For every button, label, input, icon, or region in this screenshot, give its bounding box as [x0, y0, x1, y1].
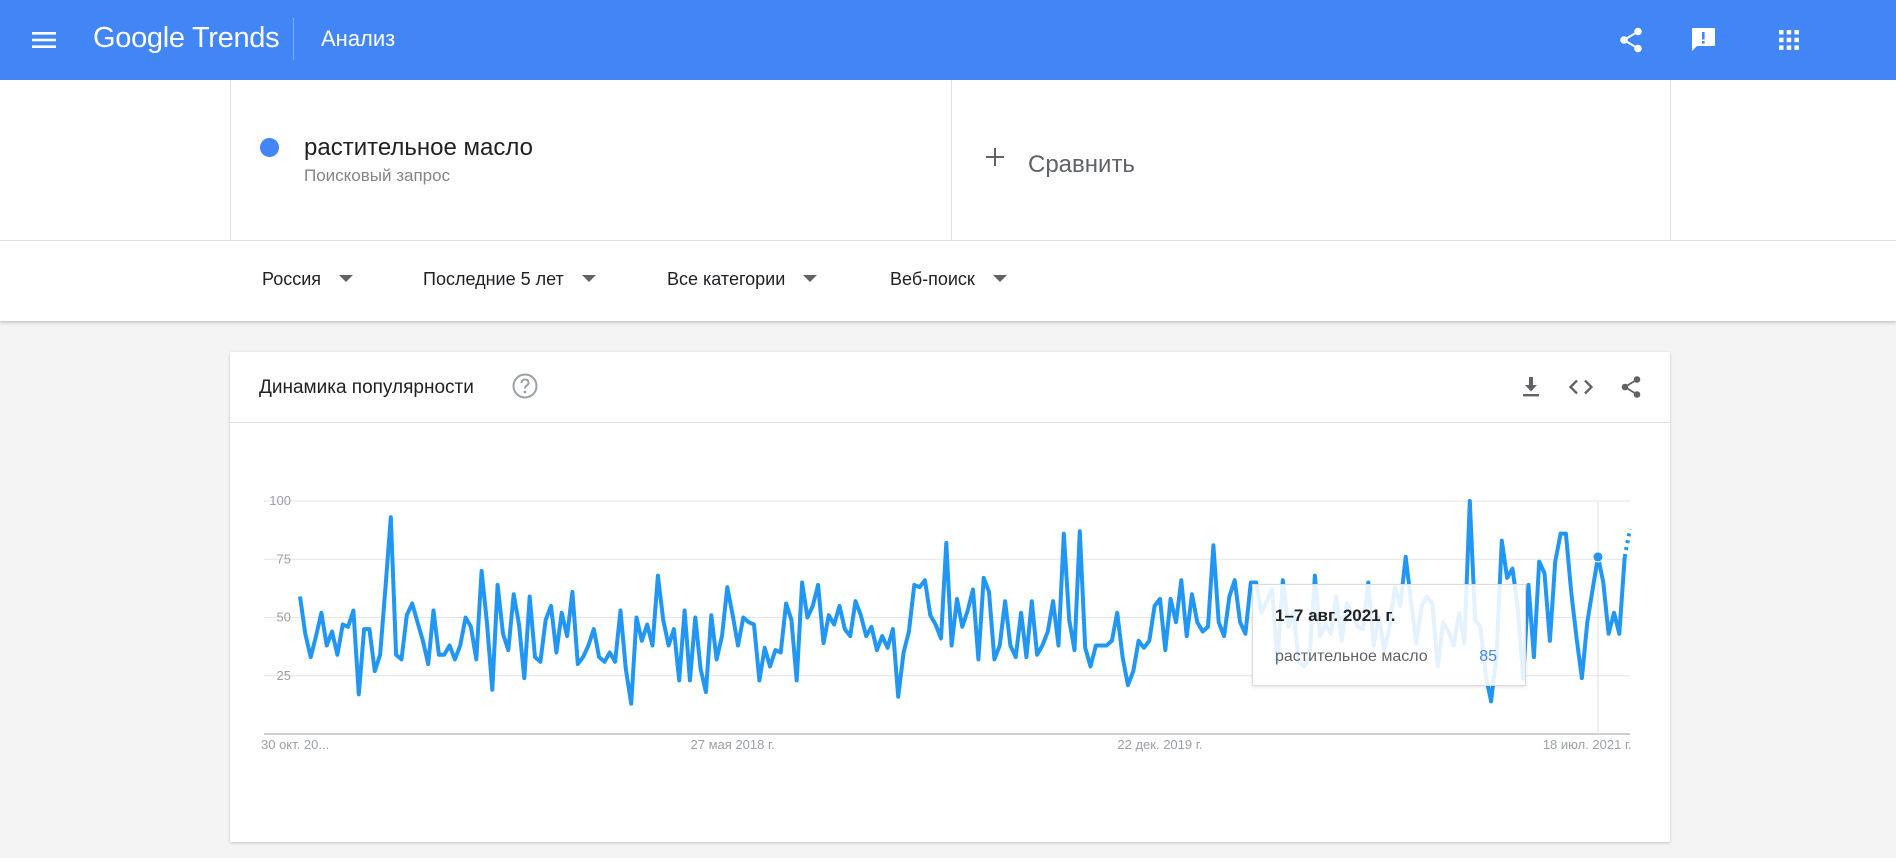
top-bar: Google Trends Анализ	[0, 0, 1896, 80]
chart-tooltip: 1–7 авг. 2021 г. растительное масло 85	[1252, 584, 1526, 686]
term-color-dot	[260, 138, 279, 157]
dropdown-arrow-icon	[992, 274, 1007, 282]
period-filter-label: Последние 5 лет	[423, 269, 564, 289]
logo-trends: Trends	[191, 22, 280, 54]
filters-row: Россия Последние 5 лет Все категории Веб…	[0, 240, 1896, 321]
header-divider	[293, 18, 294, 60]
region-filter[interactable]: Россия	[262, 269, 354, 290]
help-icon[interactable]	[511, 372, 539, 400]
download-icon[interactable]	[1518, 374, 1544, 400]
logo-google: Google	[93, 22, 185, 54]
search-term-card[interactable]: растительное масло Поисковый запрос	[230, 80, 952, 240]
card-title: Динамика популярности	[259, 377, 474, 398]
period-filter[interactable]: Последние 5 лет	[423, 269, 596, 290]
share-icon[interactable]	[1616, 25, 1646, 55]
share-icon[interactable]	[1618, 374, 1644, 400]
region-filter-label: Россия	[262, 269, 322, 289]
category-filter-label: Все категории	[667, 269, 786, 289]
compare-button[interactable]: Сравнить	[950, 80, 1671, 240]
tooltip-date: 1–7 авг. 2021 г.	[1275, 606, 1396, 625]
menu-icon[interactable]	[30, 27, 58, 53]
compare-label: Сравнить	[1028, 151, 1135, 178]
card-header: Динамика популярности	[230, 352, 1670, 423]
feedback-icon[interactable]	[1688, 25, 1718, 55]
search-term-label: растительное масло	[304, 134, 533, 161]
category-filter[interactable]: Все категории	[667, 269, 818, 290]
search-type-filter-label: Веб-поиск	[890, 269, 975, 289]
search-term-type: Поисковый запрос	[304, 166, 451, 185]
terms-row: растительное масло Поисковый запрос Срав…	[0, 80, 1896, 240]
plus-icon	[986, 148, 1004, 166]
page-title: Анализ	[321, 26, 396, 51]
search-type-filter[interactable]: Веб-поиск	[890, 269, 1007, 290]
tooltip-value: 85	[1479, 648, 1497, 665]
dropdown-arrow-icon	[581, 274, 596, 282]
tooltip-term: растительное масло	[1275, 648, 1428, 665]
embed-icon[interactable]	[1568, 374, 1594, 400]
apps-icon[interactable]	[1774, 25, 1804, 55]
dropdown-arrow-icon	[339, 274, 354, 282]
google-trends-logo[interactable]: Google Trends	[93, 22, 280, 55]
dropdown-arrow-icon	[803, 274, 818, 282]
